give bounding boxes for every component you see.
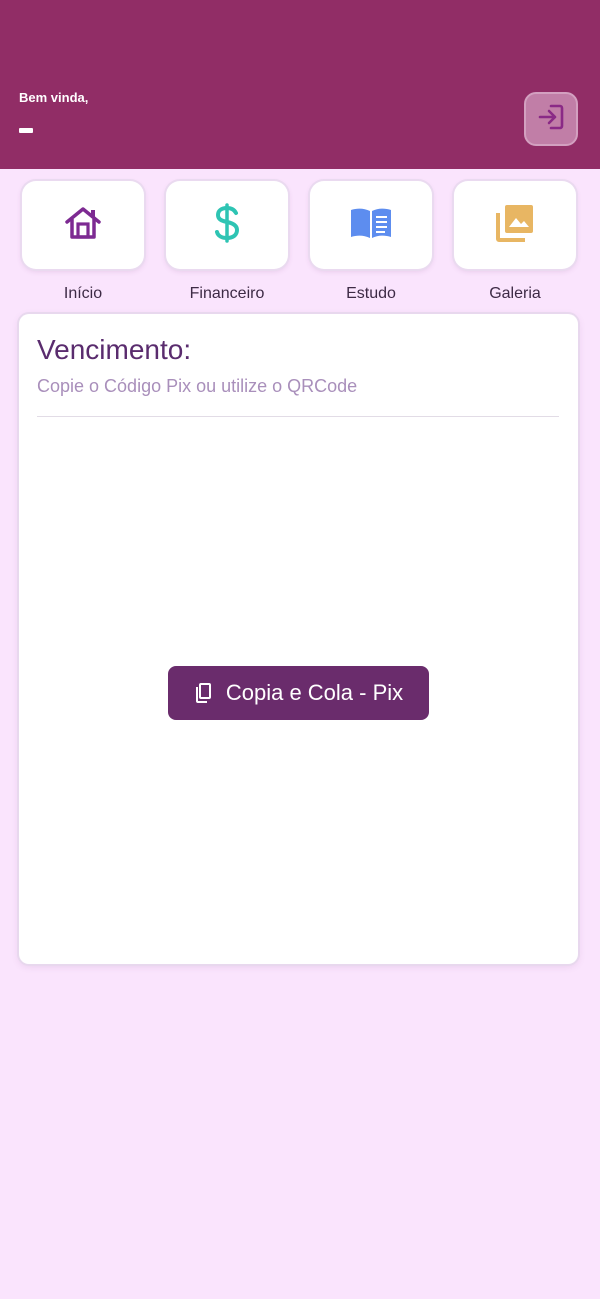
nav-label-inicio: Início [63, 285, 103, 302]
nav-button-box[interactable] [454, 181, 576, 269]
copy-icon [194, 682, 214, 704]
home-icon [63, 205, 103, 246]
nav-label-galeria: Galeria [489, 285, 541, 302]
copy-pix-button[interactable]: Copia e Cola - Pix [168, 666, 429, 720]
nav-button-box[interactable] [310, 181, 432, 269]
nav-button-box[interactable] [22, 181, 144, 269]
copy-pix-label: Copia e Cola - Pix [225, 680, 404, 705]
nav-label-estudo: Estudo [346, 285, 396, 302]
payment-card: Vencimento: Copie o Código Pix ou utiliz… [19, 314, 578, 964]
card-title: Vencimento: [37, 334, 192, 365]
nav-item-estudo[interactable]: Estudo [309, 180, 433, 310]
main-navigation: Início Financeiro Estudo Galeria [0, 180, 600, 310]
nav-item-financeiro[interactable]: Financeiro [165, 180, 289, 310]
nav-label-financeiro: Financeiro [189, 285, 265, 302]
logout-button[interactable] [524, 92, 578, 146]
nav-button-box[interactable] [166, 181, 288, 269]
book-icon [349, 206, 393, 245]
nav-item-galeria[interactable]: Galeria [453, 180, 577, 310]
card-subtitle: Copie o Código Pix ou utilize o QRCode [37, 376, 358, 396]
app-header: Bem vinda, [0, 0, 600, 169]
gallery-icon [495, 203, 535, 248]
divider [37, 416, 559, 417]
nav-item-inicio[interactable]: Início [21, 180, 145, 310]
greeting-text: Bem vinda, [19, 90, 89, 105]
login-arrow-icon [536, 102, 566, 137]
dollar-icon [212, 202, 242, 248]
username-placeholder [19, 128, 33, 133]
